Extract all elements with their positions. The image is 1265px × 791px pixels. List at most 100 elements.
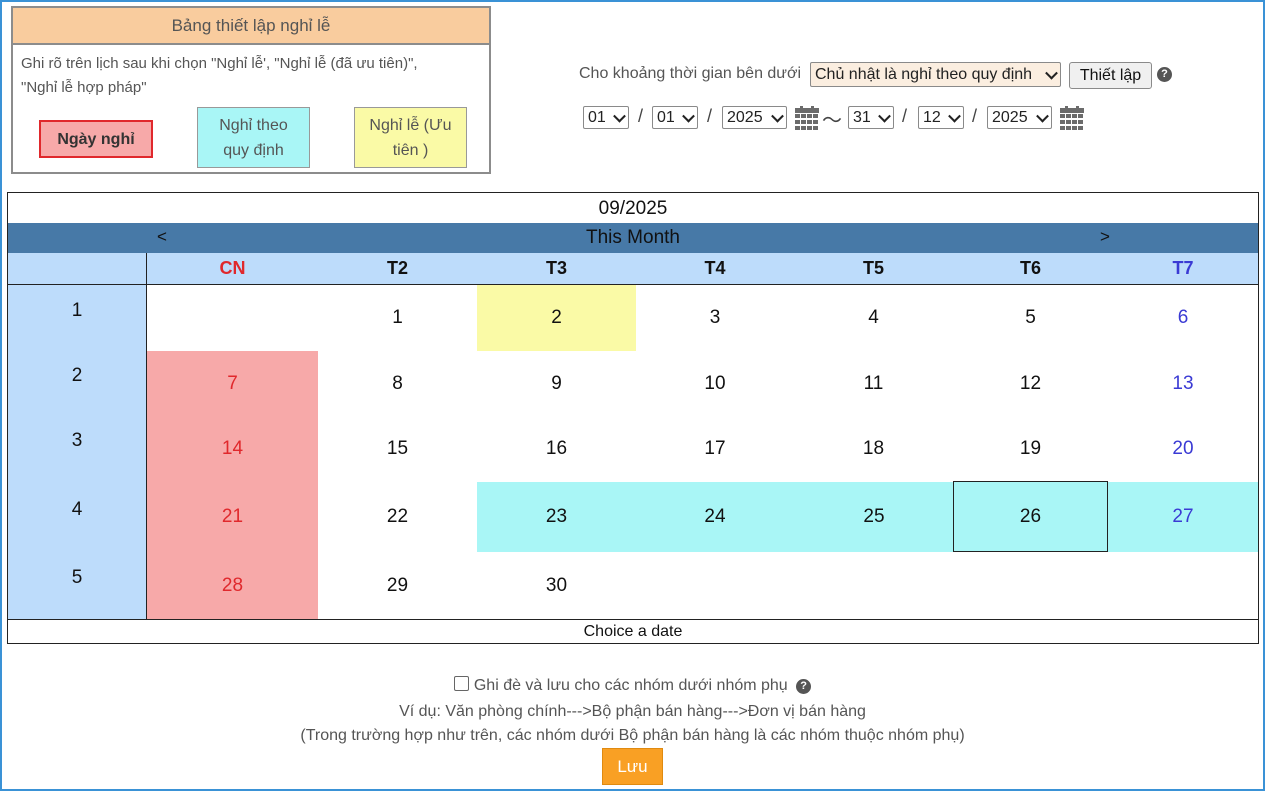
day-cell[interactable]: 21 — [147, 482, 318, 552]
day-cell[interactable]: 2 — [477, 285, 636, 351]
day-cell[interactable]: 3 — [636, 285, 794, 351]
chevron-down-icon — [682, 109, 695, 123]
day-cell[interactable]: 5 — [953, 285, 1108, 351]
to-day-select[interactable]: 31 — [848, 106, 894, 129]
save-button[interactable]: Lưu — [602, 748, 663, 785]
this-month-button[interactable]: This Month — [8, 227, 1258, 249]
weekday-header: CN T2 T3 T4 T5 T6 T7 — [8, 253, 1258, 285]
from-year-value: 2025 — [727, 108, 763, 126]
explanation-note: (Trong trường hợp như trên, các nhóm dướ… — [300, 727, 965, 744]
holiday-settings-legend: Bảng thiết lập nghỉ lễ Ghi rõ trên lịch … — [11, 6, 491, 174]
calendar-nav: This Month < > — [8, 223, 1258, 253]
day-cell[interactable]: 24 — [636, 482, 794, 552]
day-cell[interactable]: 22 — [318, 482, 477, 552]
date-separator: / — [638, 106, 644, 126]
day-cell[interactable]: 28 — [147, 552, 318, 619]
weekday-wed: T4 — [704, 258, 726, 278]
from-year-select[interactable]: 2025 — [722, 106, 787, 129]
to-year-value: 2025 — [992, 108, 1028, 126]
date-separator: / — [902, 106, 908, 126]
to-month-value: 12 — [923, 108, 941, 126]
override-option: Ghi đè và lưu cho các nhóm dưới nhóm phụ… — [0, 676, 1265, 695]
rule-select[interactable]: Chủ nhật là nghỉ theo quy định — [810, 62, 1061, 87]
day-cell[interactable]: 14 — [147, 416, 318, 482]
week-number: 4 — [71, 499, 83, 520]
day-cell[interactable]: 1 — [318, 285, 477, 351]
range-separator: ～ — [822, 110, 842, 132]
calendar-month-title: 09/2025 — [598, 198, 668, 219]
from-month-select[interactable]: 01 — [652, 106, 698, 129]
weekday-thu: T5 — [862, 258, 884, 278]
day-cell[interactable]: 17 — [636, 416, 794, 482]
to-month-select[interactable]: 12 — [918, 106, 964, 129]
day-cell[interactable]: 19 — [953, 416, 1108, 482]
next-month-button[interactable]: > — [1100, 227, 1110, 247]
day-cell[interactable]: 7 — [147, 351, 318, 416]
regulated-holiday-label-2: quy định — [223, 141, 284, 159]
calendar-footer: Choice a date — [8, 619, 1258, 644]
to-year-select[interactable]: 2025 — [987, 106, 1052, 129]
weekday-sat: T7 — [1172, 258, 1194, 278]
regulated-holiday-label-1: Nghỉ theo — [219, 116, 288, 134]
day-off-button[interactable]: Ngày nghỉ — [39, 120, 153, 158]
from-month-value: 01 — [657, 108, 675, 126]
day-cell[interactable]: 10 — [636, 351, 794, 416]
rule-select-value: Chủ nhật là nghỉ theo quy định — [815, 65, 1033, 83]
day-cell[interactable]: 13 — [1108, 351, 1258, 416]
setup-button[interactable]: Thiết lập — [1069, 62, 1152, 89]
day-cell[interactable]: 25 — [794, 482, 954, 552]
override-label[interactable]: Ghi đè và lưu cho các nhóm dưới nhóm phụ — [474, 677, 788, 694]
day-cell[interactable]: 18 — [794, 416, 953, 482]
day-cell[interactable]: 6 — [1108, 285, 1258, 351]
day-cell[interactable]: 30 — [477, 552, 636, 619]
to-day-value: 31 — [853, 108, 871, 126]
day-cell[interactable]: 20 — [1108, 416, 1258, 482]
chevron-down-icon — [1045, 66, 1058, 80]
calendar-icon[interactable] — [1060, 106, 1084, 130]
day-cell[interactable]: 15 — [318, 416, 477, 482]
day-cell[interactable]: 4 — [794, 285, 953, 351]
chevron-down-icon — [1036, 109, 1049, 123]
week-number: 1 — [71, 300, 83, 321]
from-day-value: 01 — [588, 108, 606, 126]
override-checkbox[interactable] — [453, 676, 469, 691]
week-number: 3 — [71, 430, 83, 451]
day-cell-selected[interactable]: 26 — [953, 481, 1108, 552]
period-label: Cho khoảng thời gian bên dưới — [579, 65, 802, 82]
weekday-tue: T3 — [545, 258, 567, 278]
example-note: Ví dụ: Văn phòng chính--->Bộ phận bán hà… — [399, 703, 866, 720]
week-number: 2 — [71, 365, 83, 386]
priority-holiday-label-2: tiên ) — [392, 141, 429, 159]
legend-description-line1: Ghi rõ trên lịch sau khi chọn "Nghỉ lễ',… — [21, 55, 418, 72]
calendar-icon[interactable] — [795, 106, 819, 130]
weekday-fri: T6 — [1019, 258, 1041, 278]
priority-holiday-label-1: Nghỉ lễ (Ưu — [369, 116, 452, 134]
legend-title: Bảng thiết lập nghỉ lễ — [13, 8, 489, 45]
day-cell[interactable]: 27 — [1108, 482, 1258, 552]
chevron-down-icon — [771, 109, 784, 123]
day-cell[interactable]: 12 — [953, 351, 1108, 416]
regulated-holiday-button[interactable]: Nghỉ theo quy định — [197, 107, 310, 168]
legend-description: Ghi rõ trên lịch sau khi chọn "Nghỉ lễ',… — [21, 52, 481, 100]
help-icon[interactable]: ? — [1157, 67, 1172, 82]
chevron-down-icon — [948, 109, 961, 123]
day-cell[interactable]: 11 — [794, 351, 953, 416]
day-cell[interactable]: 29 — [318, 552, 477, 619]
date-separator: / — [707, 106, 713, 126]
holiday-calendar: 09/2025 This Month < > CN T2 T3 T4 T5 T6… — [7, 192, 1259, 644]
weekday-mon: T2 — [386, 258, 408, 278]
from-day-select[interactable]: 01 — [583, 106, 629, 129]
day-cell[interactable]: 23 — [477, 482, 636, 552]
week-number: 5 — [71, 567, 83, 588]
priority-holiday-button[interactable]: Nghỉ lễ (Ưu tiên ) — [354, 107, 467, 168]
date-separator: / — [972, 106, 978, 126]
prev-month-button[interactable]: < — [157, 227, 167, 247]
week-number-column: 1 2 3 4 5 — [8, 285, 147, 619]
day-cell[interactable]: 16 — [477, 416, 636, 482]
day-cell[interactable]: 9 — [477, 351, 636, 416]
chevron-down-icon — [878, 109, 891, 123]
chevron-down-icon — [613, 109, 626, 123]
day-cell[interactable]: 8 — [318, 351, 477, 416]
help-icon[interactable]: ? — [796, 679, 812, 694]
weekday-sun: CN — [219, 258, 246, 278]
